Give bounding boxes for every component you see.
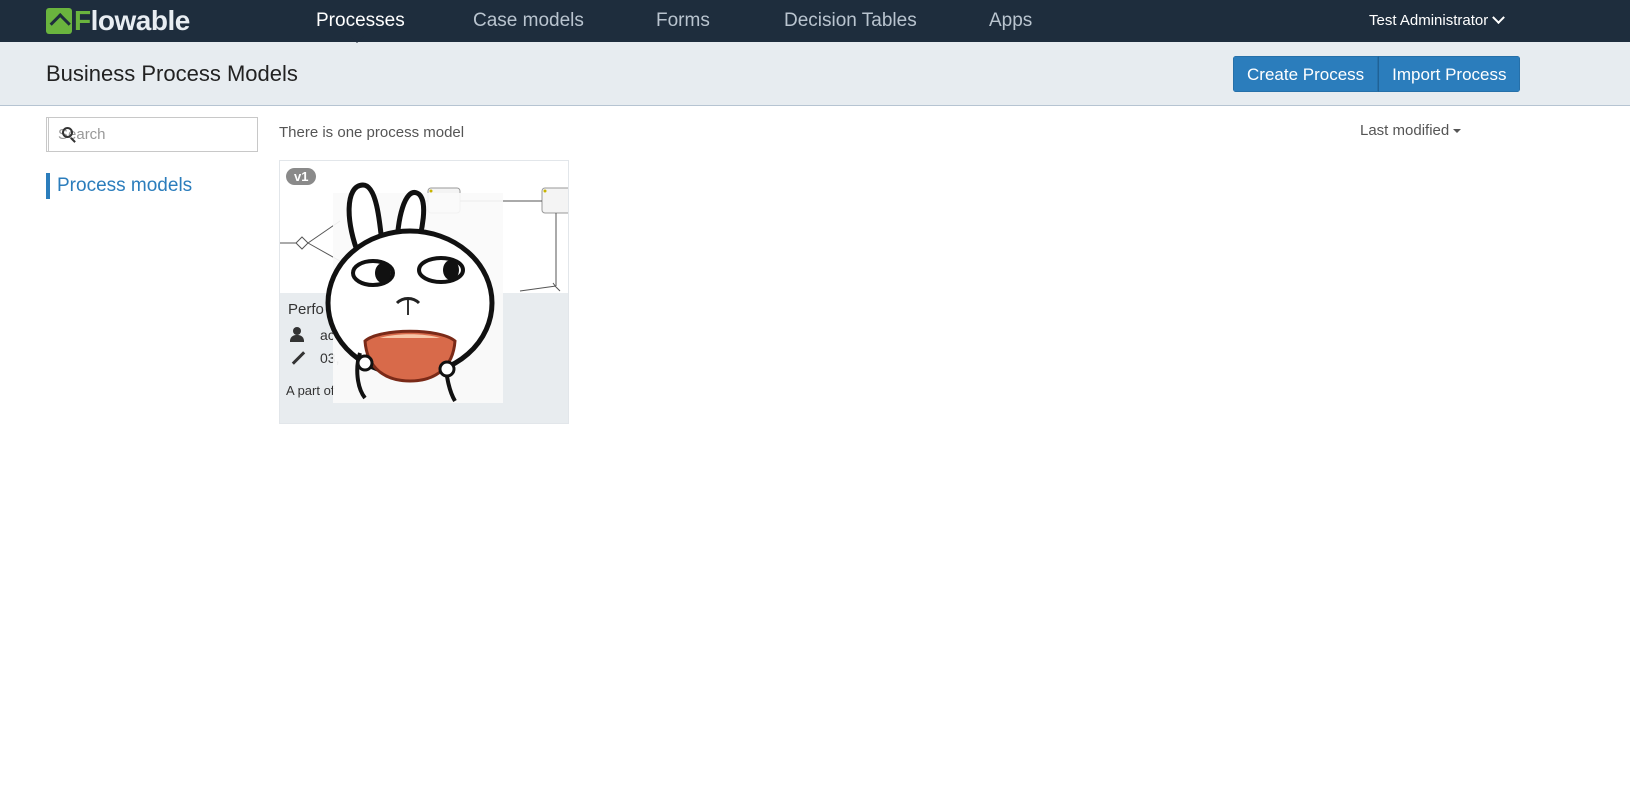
- search-box: [46, 117, 258, 152]
- flowable-logo[interactable]: Flowable: [46, 5, 190, 36]
- model-count-text: There is one process model: [279, 124, 465, 141]
- import-process-button[interactable]: Import Process: [1378, 56, 1521, 92]
- nav-processes[interactable]: Processes: [316, 10, 405, 32]
- search-button[interactable]: [47, 118, 76, 151]
- nav-forms[interactable]: Forms: [656, 10, 710, 32]
- page-header: Business Process Models Create Process I…: [0, 42, 1630, 106]
- sort-dropdown[interactable]: Last modified: [1360, 122, 1462, 139]
- pencil-icon: [291, 351, 306, 365]
- top-navbar: Flowable Processes Case models Forms Dec…: [0, 0, 1630, 42]
- page-title: Business Process Models: [46, 61, 298, 86]
- search-input[interactable]: [49, 118, 257, 151]
- sort-label: Last modified: [1360, 122, 1450, 139]
- create-process-button[interactable]: Create Process: [1233, 56, 1379, 92]
- flowable-logo-icon: [46, 8, 72, 34]
- chevron-down-icon: [1492, 11, 1506, 25]
- sidebar-item-process-models[interactable]: Process models: [46, 173, 192, 199]
- nav-case-models[interactable]: Case models: [473, 10, 584, 32]
- nav-decision-tables[interactable]: Decision Tables: [784, 10, 917, 32]
- user-icon: [290, 327, 304, 342]
- version-badge: v1: [286, 168, 317, 185]
- rabbit-sticker-image: [325, 182, 503, 403]
- user-menu[interactable]: Test Administrator: [1369, 11, 1506, 29]
- card-title: Perfo: [288, 301, 324, 318]
- user-name: Test Administrator: [1369, 12, 1489, 29]
- caret-down-icon: [1453, 129, 1462, 134]
- logo-text: Flowable: [74, 5, 190, 36]
- header-actions: Create Process Import Process: [1233, 56, 1521, 92]
- active-nav-indicator: [350, 36, 364, 43]
- nav-apps[interactable]: Apps: [989, 10, 1032, 32]
